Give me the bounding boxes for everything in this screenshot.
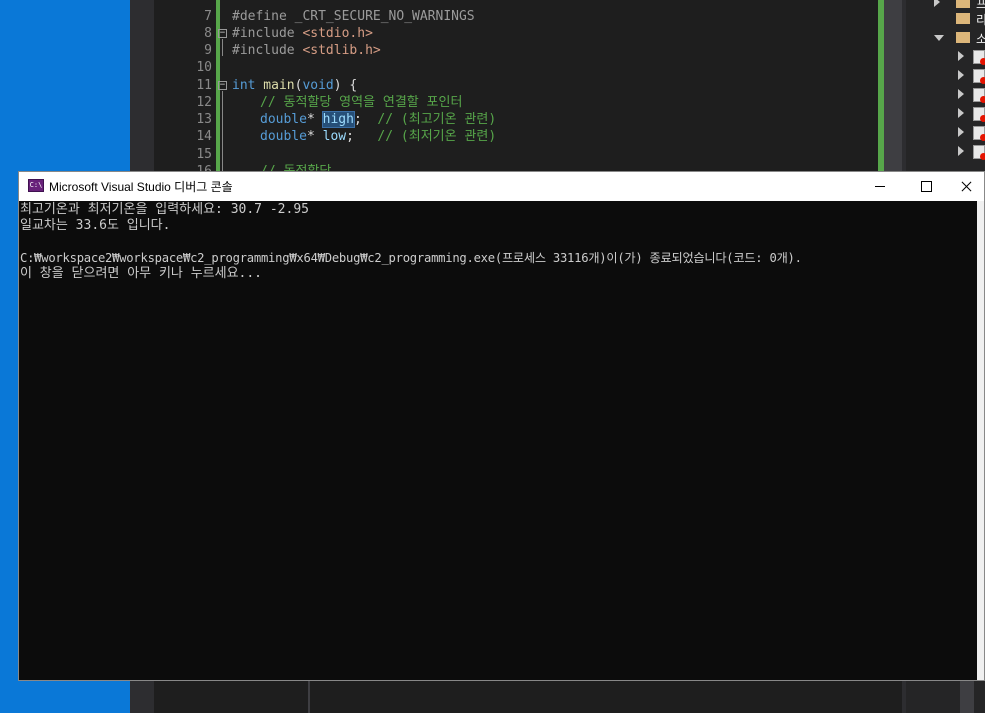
line-number: 14: [196, 129, 212, 144]
collapse-icon[interactable]: −: [218, 81, 227, 90]
fold-guide: [222, 91, 223, 172]
line-number-gutter: 7 8 9 10 11 12 13 14 15 16: [154, 0, 216, 179]
macro-token: _CRT_SECURE_NO_WARNINGS: [286, 9, 475, 24]
tree-item[interactable]: [906, 105, 985, 124]
line-number: 7: [204, 9, 212, 24]
console-line: 일교차는 33.6도 입니다.: [20, 218, 171, 233]
console-line: 최고기온과 최저기온을 입력하세요: 30.7 -2.95: [20, 202, 309, 217]
line-number: 9: [204, 43, 212, 58]
expand-arrow-icon[interactable]: [934, 0, 940, 7]
console-titlebar[interactable]: C:\ Microsoft Visual Studio 디버그 콘솔: [19, 172, 984, 201]
tree-item[interactable]: 리: [906, 10, 985, 29]
console-scrollbar[interactable]: [977, 201, 984, 680]
maximize-button[interactable]: [903, 172, 949, 201]
line-number: 8: [204, 26, 212, 41]
file-icon: [973, 50, 985, 65]
expand-arrow-icon[interactable]: [958, 70, 964, 80]
minimize-button[interactable]: [857, 172, 903, 201]
file-icon: [973, 145, 985, 160]
debug-console-window[interactable]: C:\ Microsoft Visual Studio 디버그 콘솔 최고기온과…: [18, 171, 985, 681]
file-icon: [973, 107, 985, 122]
tree-item[interactable]: [906, 67, 985, 86]
expand-arrow-icon[interactable]: [958, 108, 964, 118]
console-app-icon[interactable]: C:\: [28, 179, 44, 192]
line-number: 10: [196, 60, 212, 75]
project-icon: [956, 0, 970, 8]
file-icon: [973, 88, 985, 103]
collapse-icon[interactable]: −: [218, 29, 227, 38]
preprocessor-token: #include: [232, 43, 295, 58]
tree-item[interactable]: 소: [906, 29, 985, 48]
punctuation: ;: [346, 129, 378, 144]
function-name: main: [255, 78, 295, 93]
code-line[interactable]: #define _CRT_SECURE_NO_WARNINGS: [232, 8, 475, 25]
comment-token: // 동적할당 영역을 연결할 포인터: [260, 95, 463, 110]
selected-identifier[interactable]: high: [321, 111, 355, 128]
tree-item-label: 소: [976, 32, 985, 46]
include-path: <stdlib.h>: [294, 43, 381, 58]
line-number: 11: [196, 78, 212, 93]
line-number: 15: [196, 147, 212, 162]
keyword-token: void: [302, 78, 334, 93]
expand-arrow-icon[interactable]: [958, 127, 964, 137]
ide-divider: [960, 681, 974, 713]
code-editor[interactable]: − − #define _CRT_SECURE_NO_WARNINGS #inc…: [218, 0, 880, 179]
expand-arrow-icon[interactable]: [958, 146, 964, 156]
console-title: Microsoft Visual Studio 디버그 콘솔: [49, 180, 233, 194]
file-icon: [973, 126, 985, 141]
folder-icon: [956, 13, 970, 24]
code-line[interactable]: double* low; // (최저기온 관련): [260, 128, 496, 145]
fold-guide: [222, 39, 223, 56]
tree-item[interactable]: [906, 143, 985, 162]
code-line[interactable]: // 동적할당 영역을 연결할 포인터: [260, 94, 462, 111]
line-number: 12: [196, 95, 212, 110]
expand-arrow-icon[interactable]: [958, 89, 964, 99]
tree-item-label: 리: [976, 13, 985, 27]
editor-scrollbar[interactable]: [884, 0, 902, 172]
punctuation: *: [306, 129, 323, 144]
ide-divider: [308, 681, 310, 713]
punctuation: ;: [353, 112, 378, 127]
folder-icon: [956, 32, 970, 43]
punctuation: *: [306, 112, 323, 127]
console-line: 이 창을 닫으려면 아무 키나 누르세요...: [20, 266, 263, 281]
tree-item[interactable]: [906, 86, 985, 105]
tree-item[interactable]: [906, 48, 985, 67]
code-line[interactable]: int main(void) {: [232, 77, 357, 94]
comment-token: // (최고기온 관련): [377, 112, 497, 127]
close-button[interactable]: [949, 172, 984, 201]
keyword-token: int: [232, 78, 256, 93]
code-line[interactable]: #include <stdio.h>: [232, 25, 373, 42]
comment-token: // (최저기온 관련): [377, 129, 497, 144]
keyword-token: double: [260, 112, 307, 127]
preprocessor-token: #include: [232, 26, 295, 41]
keyword-token: double: [260, 129, 307, 144]
code-line[interactable]: #include <stdlib.h>: [232, 42, 381, 59]
console-line: C:₩workspace2₩workspace₩c2_programming₩x…: [20, 251, 802, 265]
line-number: 13: [196, 112, 212, 127]
tree-item[interactable]: [906, 124, 985, 143]
preprocessor-token: #define: [232, 9, 287, 24]
identifier-token: low: [322, 129, 347, 144]
file-icon: [973, 69, 985, 84]
expand-arrow-icon[interactable]: [958, 51, 964, 61]
collapse-arrow-icon[interactable]: [934, 35, 944, 41]
code-line[interactable]: double* high; // (최고기온 관련): [260, 111, 496, 128]
punctuation: ) {: [333, 78, 358, 93]
include-path: <stdio.h>: [294, 26, 373, 41]
console-output[interactable]: 최고기온과 최저기온을 입력하세요: 30.7 -2.95 일교차는 33.6도…: [19, 201, 977, 680]
